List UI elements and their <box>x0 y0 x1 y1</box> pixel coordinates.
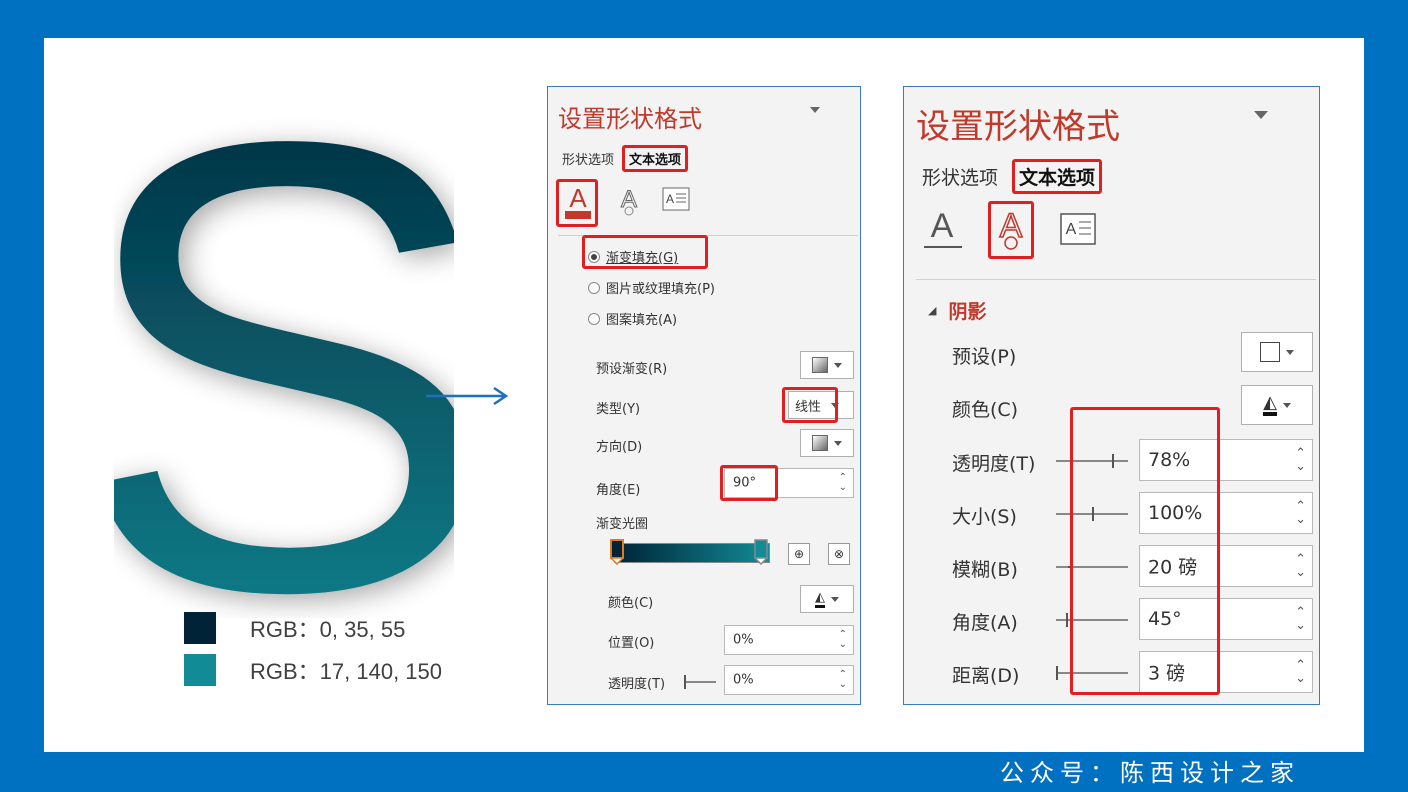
shadow-preset-icon <box>1260 342 1280 362</box>
panel-title: 设置形状格式 <box>558 105 702 133</box>
shadow-preset-dropdown[interactable] <box>1241 332 1313 372</box>
panel-title: 设置形状格式 <box>916 107 1120 147</box>
radio-button[interactable] <box>588 312 600 325</box>
radio-button[interactable] <box>588 281 600 294</box>
preset-label: 预设(P) <box>952 346 1017 368</box>
preset-gradient-dropdown[interactable] <box>800 351 854 379</box>
legend-item-teal: RGB：17, 140, 150 <box>184 654 442 686</box>
slide-canvas: S RGB：0, 35, 55 RGB：17, 140, 150 设置形状格式 … <box>44 38 1364 752</box>
radio-pattern-fill[interactable]: 图案填充(A) <box>588 309 677 328</box>
position-label: 位置(O) <box>608 636 655 651</box>
radio-label: 渐变填充(G) <box>606 251 679 266</box>
format-shape-panel-gradient: 设置形状格式 形状选项 文本选项 A A A 渐变填充(G) 图片或纹理填充(P… <box>547 86 861 705</box>
radio-gradient-fill[interactable]: 渐变填充(G) <box>588 247 678 266</box>
section-title: 阴影 <box>948 301 987 323</box>
direction-dropdown[interactable] <box>800 429 854 457</box>
svg-text:A: A <box>569 183 587 213</box>
gradient-swatch-icon <box>812 357 828 373</box>
collapse-triangle-icon[interactable]: ◢ <box>928 304 936 317</box>
paint-bucket-icon: ◭ <box>815 590 825 608</box>
svg-text:A: A <box>621 186 637 213</box>
gradient-stop-teal[interactable] <box>754 539 768 565</box>
gradient-stops-bar[interactable] <box>614 543 770 563</box>
tab-shape-options[interactable]: 形状选项 <box>922 163 998 190</box>
spinner-arrows-icon[interactable]: ⌃ ⌄ <box>839 473 847 493</box>
color-swatch <box>184 612 216 644</box>
tab-text-options[interactable]: 文本选项 <box>1012 159 1103 194</box>
svg-text:A: A <box>931 207 954 245</box>
footer-credit: 公众号：陈西设计之家 <box>1000 759 1300 787</box>
preset-gradient-label: 预设渐变(R) <box>596 362 668 377</box>
tab-text-options[interactable]: 文本选项 <box>622 145 689 172</box>
highlight-box <box>782 387 838 423</box>
direction-label: 方向(D) <box>596 440 643 455</box>
text-fill-icon[interactable]: A <box>922 205 964 253</box>
position-input[interactable]: 0% ⌃ ⌄ <box>724 625 854 655</box>
radio-button[interactable] <box>588 250 600 263</box>
slider-thumb[interactable] <box>684 675 686 689</box>
radio-label: 图案填充(A) <box>606 313 678 328</box>
textbox-icon[interactable]: A <box>662 187 690 211</box>
panel-options-icon[interactable] <box>810 107 820 113</box>
spinner-arrows-icon[interactable]: ⌃ ⌄ <box>1295 659 1306 685</box>
shadow-color-dropdown[interactable]: ◭ <box>1241 385 1313 425</box>
textbox-icon[interactable]: A <box>1060 213 1096 245</box>
paint-bucket-icon: ◭ <box>1263 394 1277 416</box>
legend-label: RGB：17, 140, 150 <box>250 659 443 684</box>
shadow-angle-label: 角度(A) <box>952 612 1018 634</box>
angle-label: 角度(E) <box>596 483 641 498</box>
radio-picture-fill[interactable]: 图片或纹理填充(P) <box>588 278 715 297</box>
type-label: 类型(Y) <box>596 402 641 417</box>
spinner-arrows-icon[interactable]: ⌃ ⌄ <box>1295 553 1306 579</box>
spinner-arrows-icon[interactable]: ⌃ ⌄ <box>1295 500 1306 526</box>
radio-label: 图片或纹理填充(P) <box>606 282 715 297</box>
legend-label: RGB：0, 35, 55 <box>250 617 406 642</box>
color-dropdown[interactable]: ◭ <box>800 585 854 613</box>
svg-text:A: A <box>666 192 674 206</box>
slider-thumb[interactable] <box>1066 613 1068 627</box>
svg-text:A: A <box>1066 221 1077 238</box>
spinner-arrows-icon[interactable]: ⌃ ⌄ <box>1295 606 1306 632</box>
section-shadow[interactable]: ◢ 阴影 <box>928 297 986 324</box>
spinner-arrows-icon[interactable]: ⌃ ⌄ <box>1295 447 1306 473</box>
text-effects-icon[interactable]: A <box>994 205 1028 255</box>
arrow-right-icon <box>426 386 509 406</box>
legend-item-dark: RGB：0, 35, 55 <box>184 612 405 644</box>
transparency-slider[interactable] <box>684 675 716 689</box>
tab-shape-options[interactable]: 形状选项 <box>562 149 614 168</box>
transparency-label: 透明度(T) <box>608 677 666 692</box>
gradient-direction-icon <box>812 435 828 451</box>
spinner-arrows-icon[interactable]: ⌃ ⌄ <box>839 670 847 690</box>
text-effects-icon[interactable]: A <box>616 185 642 217</box>
divider <box>916 279 1316 280</box>
shadow-transparency-label: 透明度(T) <box>952 453 1036 475</box>
shadow-distance-label: 距离(D) <box>952 665 1020 687</box>
shadow-color-label: 颜色(C) <box>952 399 1019 421</box>
format-shape-panel-shadow: 设置形状格式 形状选项 文本选项 A A A ◢ 阴影 预设(P) 颜色(C) … <box>903 86 1320 705</box>
gradient-stop-dark[interactable] <box>610 539 624 565</box>
remove-stop-icon[interactable]: ⊗ <box>828 543 850 565</box>
svg-text:A: A <box>1000 207 1023 245</box>
color-swatch <box>184 654 216 686</box>
color-label: 颜色(C) <box>608 596 654 611</box>
highlight-box <box>720 465 778 501</box>
highlight-box <box>1070 407 1220 695</box>
spinner-arrows-icon[interactable]: ⌃ ⌄ <box>839 630 847 650</box>
gradient-stops-label: 渐变光圈 <box>596 517 649 532</box>
svg-text:S: S <box>114 58 454 618</box>
slider-thumb[interactable] <box>1056 666 1058 680</box>
gradient-letter-s: S <box>114 58 454 618</box>
text-fill-icon[interactable]: A <box>562 183 594 223</box>
transparency-input[interactable]: 0% ⌃ ⌄ <box>724 665 854 695</box>
shadow-blur-label: 模糊(B) <box>952 559 1018 581</box>
shadow-size-label: 大小(S) <box>952 506 1017 528</box>
add-stop-icon[interactable]: ⊕ <box>788 543 810 565</box>
panel-options-icon[interactable] <box>1254 111 1268 119</box>
